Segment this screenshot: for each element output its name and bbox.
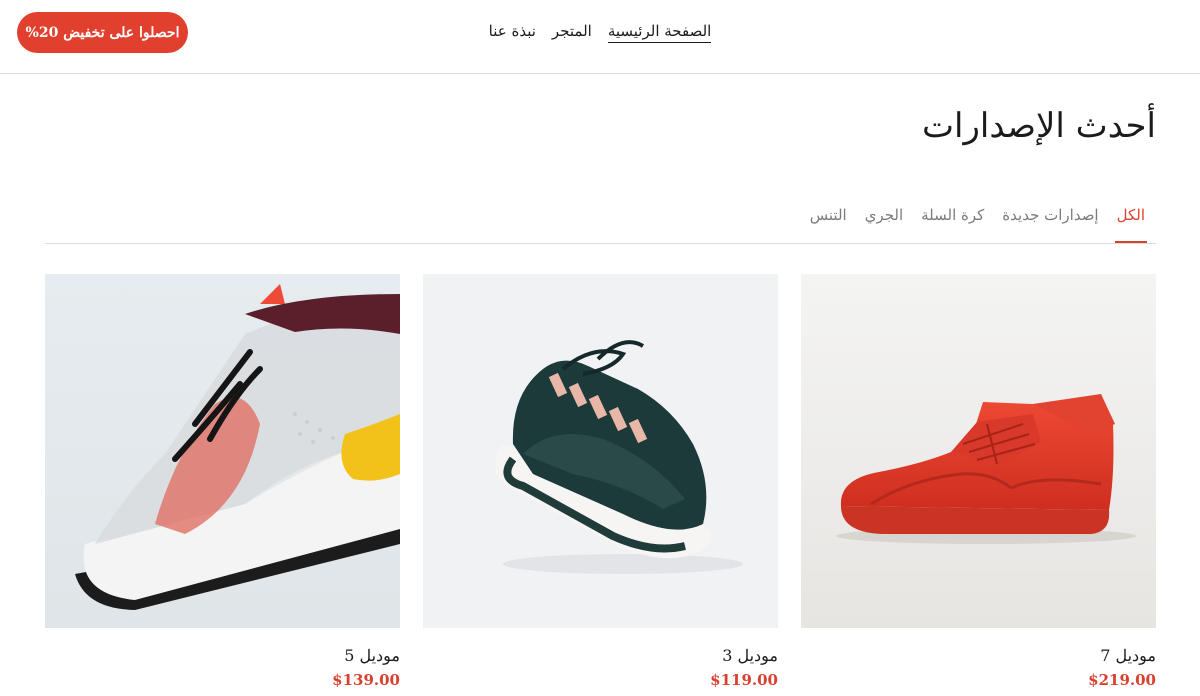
product-card[interactable]: موديل 7 $219.00 <box>801 274 1156 689</box>
category-tabs: الكل إصدارات جديدة كرة السلة الجري التنس <box>45 204 1156 244</box>
product-image-white-sneaker[interactable] <box>45 274 400 628</box>
product-name[interactable]: موديل 7 <box>801 646 1156 665</box>
product-name[interactable]: موديل 5 <box>45 646 400 665</box>
product-name[interactable]: موديل 3 <box>423 646 778 665</box>
product-image-red-sneaker[interactable] <box>801 274 1156 628</box>
product-price: $139.00 <box>332 671 400 689</box>
nav-home-link[interactable]: الصفحة الرئيسية <box>607 22 712 43</box>
nav-about-link[interactable]: نبذة عنا <box>489 22 536 43</box>
product-price: $119.00 <box>710 671 778 689</box>
product-price: $219.00 <box>1088 671 1156 689</box>
product-card[interactable]: موديل 5 $139.00 <box>45 274 400 689</box>
nav-shop-link[interactable]: المتجر <box>552 22 592 43</box>
discount-button[interactable]: احصلوا على تخفيض 20% <box>17 12 188 53</box>
tab-all[interactable]: الكل <box>1114 204 1148 243</box>
page-title: أحدث الإصدارات <box>922 106 1156 146</box>
site-header: الصفحة الرئيسية المتجر نبذة عنا احصلوا ع… <box>0 0 1200 74</box>
tab-basketball[interactable]: كرة السلة <box>921 204 984 243</box>
tab-running[interactable]: الجري <box>865 204 903 243</box>
tab-tennis[interactable]: التنس <box>810 204 847 243</box>
tab-new-releases[interactable]: إصدارات جديدة <box>1002 204 1098 243</box>
product-image-green-sneaker[interactable] <box>423 274 778 628</box>
product-card[interactable]: موديل 3 $119.00 <box>423 274 778 689</box>
